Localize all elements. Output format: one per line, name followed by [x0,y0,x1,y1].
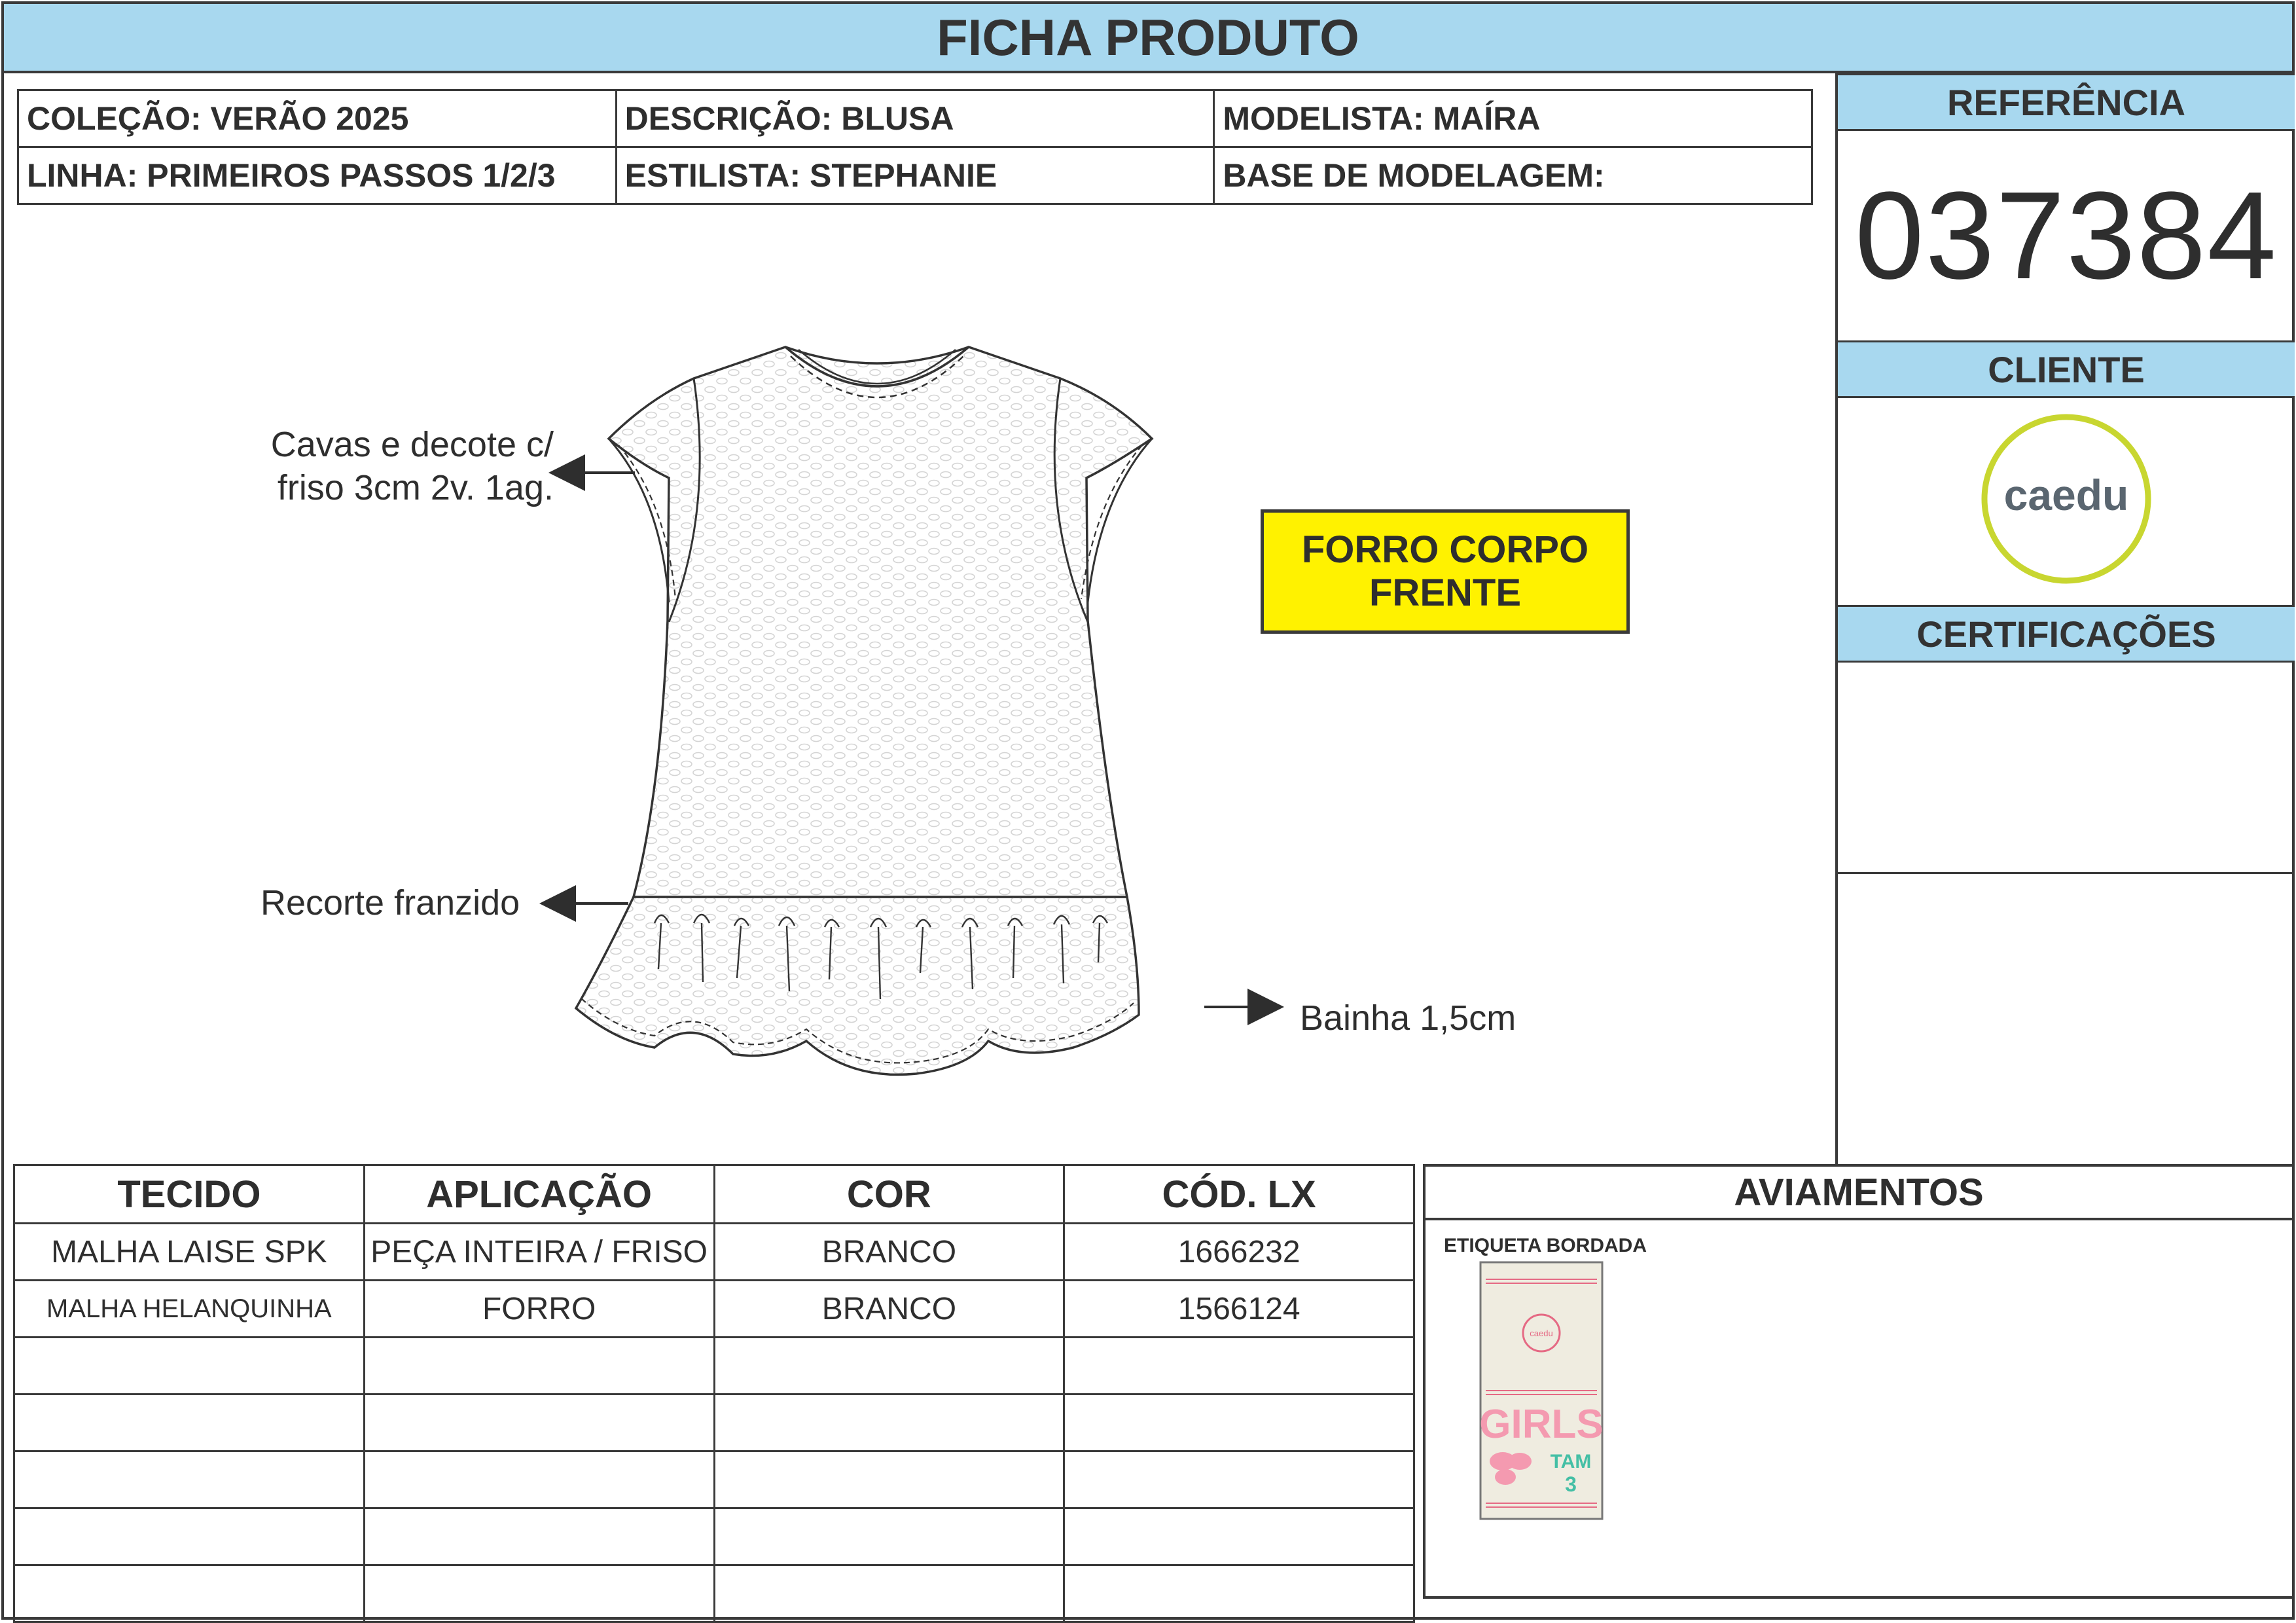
code-cell: 1666232 [1063,1222,1415,1281]
label-size-text: 3 [1565,1472,1577,1496]
embroidered-label-image: caedu GIRLS TAM 3 [1479,1261,1604,1520]
bainha-callout: Bainha 1,5cm [1300,998,1516,1038]
table-row-empty [13,1507,1415,1566]
table-row-empty [13,1393,1415,1452]
etiqueta-label: ETIQUETA BORDADA [1444,1235,1647,1256]
label-girls-text: GIRLS [1479,1402,1603,1447]
application-cell: FORRO [363,1279,715,1338]
header-tecido: TECIDO [13,1164,365,1224]
forro-badge: FORRO CORPO FRENTE [1261,509,1630,634]
table-row: MALHA HELANQUINHA FORRO BRANCO 1566124 [13,1279,1415,1338]
table-row-empty [13,1450,1415,1509]
header-cor: COR [713,1164,1066,1224]
table-row: MALHA LAISE SPK PEÇA INTEIRA / FRISO BRA… [13,1222,1415,1281]
fabric-cell: MALHA LAISE SPK [13,1222,365,1281]
aviamentos-header: AVIAMENTOS [1423,1164,2295,1220]
table-row-empty [13,1336,1415,1395]
fabric-table-header: TECIDO APLICAÇÃO COR CÓD. LX [13,1164,1415,1224]
application-cell: PEÇA INTEIRA / FRISO [363,1222,715,1281]
color-cell: BRANCO [713,1279,1066,1338]
recorte-callout: Recorte franzido [260,883,520,922]
cavas-callout: Cavas e decote c/ friso 3cm 2v. 1ag. [246,423,554,509]
fabric-table: TECIDO APLICAÇÃO COR CÓD. LX MALHA LAISE… [13,1164,1415,1623]
cavas-callout-line1: Cavas e decote c/ [270,425,554,464]
forro-badge-line2: FRENTE [1369,572,1521,614]
forro-badge-line1: FORRO CORPO [1301,528,1589,571]
header-aplicacao: APLICAÇÃO [363,1164,715,1224]
header-cod-lx: CÓD. LX [1063,1164,1415,1224]
fabric-cell: MALHA HELANQUINHA [13,1279,365,1338]
label-logo-text: caedu [1530,1328,1552,1338]
color-cell: BRANCO [713,1222,1066,1281]
table-row-empty [13,1564,1415,1623]
label-tam-text: TAM [1551,1451,1592,1472]
code-cell: 1566124 [1063,1279,1415,1338]
cavas-callout-line2: friso 3cm 2v. 1ag. [277,468,554,507]
